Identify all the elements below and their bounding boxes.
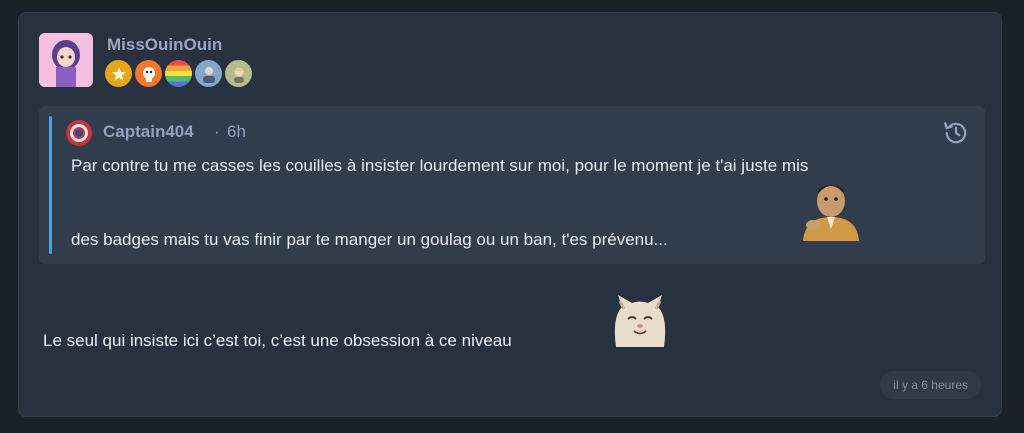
rainbow-badge-icon[interactable] bbox=[165, 60, 192, 87]
quote-separator: · bbox=[214, 122, 220, 141]
quoted-author-avatar[interactable] bbox=[66, 120, 92, 146]
quote-accent-bar bbox=[49, 116, 52, 254]
avatar-badge-icon[interactable] bbox=[195, 60, 222, 87]
cat-sticker-image bbox=[610, 295, 670, 347]
quoted-author-name[interactable]: Captain404 bbox=[103, 122, 194, 142]
quoted-message: Captain404 · 6h Par contre tu me casses … bbox=[39, 106, 985, 264]
post-card: MissOuinOuin Captain404 · 6h Par contre … bbox=[18, 12, 1002, 417]
character-badge-icon[interactable] bbox=[225, 60, 252, 87]
post-timestamp: il y a 6 heures bbox=[880, 371, 981, 399]
message-text: Le seul qui insiste ici c’est toi, c’est… bbox=[43, 331, 512, 350]
man-sticker-image bbox=[791, 179, 871, 241]
history-icon[interactable] bbox=[943, 120, 969, 146]
author-badges bbox=[105, 60, 252, 87]
quoted-text-line-1: Par contre tu me casses les couilles à i… bbox=[71, 156, 809, 175]
author-avatar[interactable] bbox=[39, 33, 93, 87]
quoted-time: 6h bbox=[227, 122, 246, 141]
author-username[interactable]: MissOuinOuin bbox=[107, 35, 222, 55]
star-badge-icon[interactable] bbox=[105, 60, 132, 87]
mascot-badge-icon[interactable] bbox=[135, 60, 162, 87]
quoted-text-line-2: des badges mais tu vas finir par te mang… bbox=[71, 230, 668, 249]
